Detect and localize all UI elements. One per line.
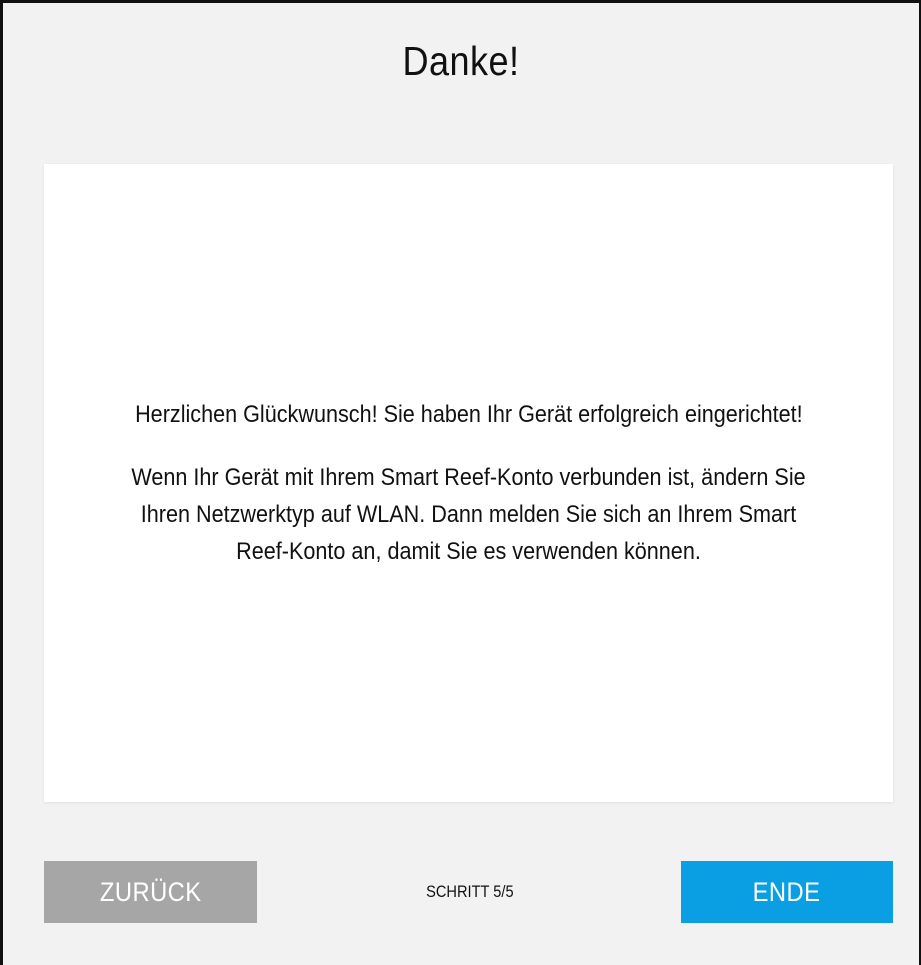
- step-indicator: SCHRITT 5/5: [284, 861, 656, 923]
- back-button-label: ZURÜCK: [99, 876, 202, 907]
- setup-wizard-dialog: Danke! Herzlichen Glückwunsch! Sie haben…: [0, 0, 921, 965]
- end-button[interactable]: ENDE: [681, 861, 893, 923]
- instructions-message: Wenn Ihr Gerät mit Ihrem Smart Reef-Kont…: [131, 464, 806, 565]
- dialog-title: Danke!: [402, 38, 520, 84]
- wizard-footer: ZURÜCK SCHRITT 5/5 ENDE: [44, 861, 893, 925]
- success-message: Herzlichen Glückwunsch! Sie haben Ihr Ge…: [134, 401, 803, 428]
- message-card: Herzlichen Glückwunsch! Sie haben Ihr Ge…: [44, 164, 893, 802]
- end-button-label: ENDE: [753, 876, 821, 907]
- back-button[interactable]: ZURÜCK: [44, 861, 257, 923]
- step-indicator-label: SCHRITT 5/5: [426, 882, 514, 901]
